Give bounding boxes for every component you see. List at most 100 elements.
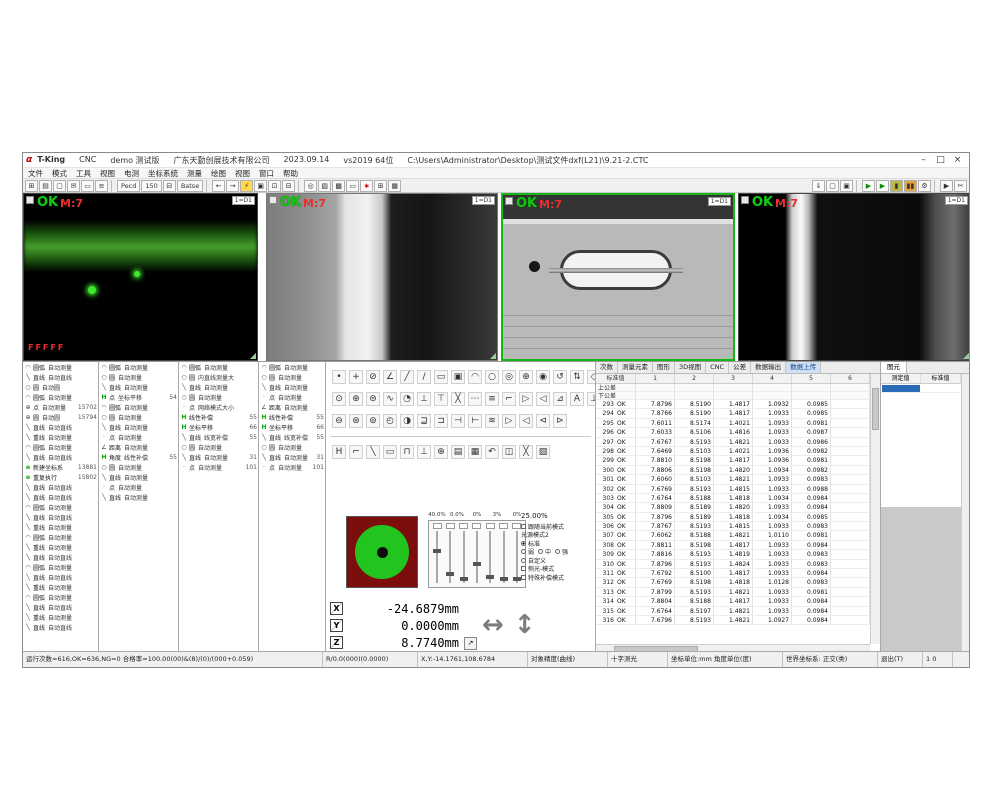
- list-item[interactable]: ◠圆弧自动测量: [99, 402, 178, 412]
- measure-tool-icon[interactable]: H: [332, 445, 346, 459]
- table-tab-3[interactable]: 3D视图: [675, 362, 706, 373]
- measure-tool-icon[interactable]: ▭: [383, 445, 397, 459]
- data-row[interactable]: 306OK7.87678.51931.48151.09330.0983: [596, 522, 870, 531]
- measure-tool-icon[interactable]: ◫: [502, 445, 516, 459]
- measure-tool-icon[interactable]: ⊢: [468, 414, 482, 428]
- data-row[interactable]: 299OK7.88108.51981.48171.09360.0981: [596, 456, 870, 465]
- list-item[interactable]: ○圆自动圆: [23, 382, 98, 392]
- measure-tool-icon[interactable]: ⊿: [553, 392, 567, 406]
- list-item[interactable]: ╲直线自动测量: [99, 492, 178, 502]
- list-icon[interactable]: ≡: [95, 180, 108, 192]
- list-item[interactable]: ╲直线自动测量: [99, 422, 178, 432]
- slider-thumb[interactable]: [513, 577, 521, 581]
- light-option[interactable]: 跟随当前模式: [521, 522, 593, 531]
- send-icon[interactable]: ✉: [67, 180, 80, 192]
- data-row[interactable]: 308OK7.88118.51981.48171.09330.0984: [596, 541, 870, 550]
- measure-tool-icon[interactable]: ∠: [383, 370, 397, 384]
- measure-tool-icon[interactable]: ⊲: [536, 414, 550, 428]
- measure-tool-icon[interactable]: ▤: [451, 445, 465, 459]
- data-row[interactable]: 311OK7.67928.51001.48171.09330.0984: [596, 569, 870, 578]
- camera-menu-icon[interactable]: [269, 196, 277, 204]
- play-single-icon[interactable]: ▶: [940, 180, 953, 192]
- data-row[interactable]: 303OK7.67648.51881.48181.09340.0984: [596, 494, 870, 503]
- list-item[interactable]: ╲直线自动测量31: [179, 452, 258, 462]
- slider-thumb[interactable]: [486, 575, 494, 579]
- data-row[interactable]: 309OK7.88168.51931.48191.09330.0983: [596, 550, 870, 559]
- close-button[interactable]: ×: [949, 154, 966, 167]
- axis-zero-button[interactable]: Y: [330, 619, 343, 632]
- list-item[interactable]: ·点自动测量: [259, 392, 325, 402]
- texture-icon[interactable]: ▨: [318, 180, 331, 192]
- light-option[interactable]: 侧光-模式: [521, 565, 593, 574]
- measure-tool-icon[interactable]: ⊣: [451, 414, 465, 428]
- menu-item-0[interactable]: 文件: [28, 168, 43, 179]
- list-item[interactable]: ·点自动测量: [99, 432, 178, 442]
- menu-item-8[interactable]: 视图: [235, 168, 250, 179]
- light-option[interactable]: 中: [538, 548, 551, 557]
- data-row[interactable]: 305OK7.87968.51891.48181.09340.0985: [596, 513, 870, 522]
- measure-tool-icon[interactable]: ⌐: [349, 445, 363, 459]
- arrow-left-icon[interactable]: ←: [212, 180, 225, 192]
- measure-tool-icon[interactable]: ▷: [502, 414, 516, 428]
- list-item[interactable]: ·点自动测量101: [179, 462, 258, 472]
- slider-thumb[interactable]: [473, 562, 481, 566]
- measure-tool-icon[interactable]: ⊛: [349, 414, 363, 428]
- capture-icon[interactable]: ▣: [254, 180, 267, 192]
- data-row[interactable]: 313OK7.87998.51931.48211.09330.0981: [596, 588, 870, 597]
- batch-button[interactable]: Batse: [177, 180, 203, 192]
- monitor-icon[interactable]: ▭: [81, 180, 94, 192]
- data-row[interactable]: 293OK7.87968.51901.48171.09320.0985: [596, 400, 870, 409]
- jog-horizontal-icon[interactable]: ↔: [482, 612, 504, 638]
- camera-preview[interactable]: [346, 516, 418, 588]
- list-item[interactable]: H坐标平移66: [259, 422, 325, 432]
- checker-icon[interactable]: ▩: [332, 180, 345, 192]
- measure-tool-icon[interactable]: ▧: [536, 445, 550, 459]
- list-item[interactable]: ◠圆弧自动测量: [259, 362, 325, 372]
- adjust-icon[interactable]: ⊟: [163, 180, 176, 192]
- measure-tool-icon[interactable]: ⊕: [434, 445, 448, 459]
- camera-view-3-selected[interactable]: OK M:7 1=D1 ◢: [501, 193, 735, 361]
- menu-item-4[interactable]: 电测: [124, 168, 139, 179]
- star-button[interactable]: ∗: [360, 180, 373, 192]
- camera-menu-icon[interactable]: [741, 196, 749, 204]
- measure-tool-icon[interactable]: ▷: [519, 392, 533, 406]
- measure-tool-icon[interactable]: ⊘: [366, 370, 380, 384]
- data-row[interactable]: 314OK7.88048.51881.48171.09330.0984: [596, 597, 870, 606]
- data-row[interactable]: 304OK7.88098.51891.48201.09330.0984: [596, 503, 870, 512]
- menu-item-6[interactable]: 测量: [187, 168, 202, 179]
- settings-gear-icon[interactable]: ⚙: [918, 180, 931, 192]
- measure-tool-icon[interactable]: ◴: [383, 414, 397, 428]
- measure-tool-icon[interactable]: ◁: [519, 414, 533, 428]
- table-tab-1[interactable]: 测量元素: [618, 362, 653, 373]
- list-item[interactable]: ╲直线自动测量31: [259, 452, 325, 462]
- edit-cut-icon[interactable]: ✂: [954, 180, 967, 192]
- measure-tool-icon[interactable]: ⊤: [434, 392, 448, 406]
- list-item[interactable]: ·点网络模式大小: [179, 402, 258, 412]
- slider-thumb[interactable]: [433, 549, 441, 553]
- resize-icon[interactable]: ◢: [490, 351, 496, 360]
- list-item[interactable]: ╲直线自动直线: [23, 552, 98, 562]
- dro-corner-button[interactable]: ↗: [464, 637, 477, 650]
- measure-tool-icon[interactable]: ◔: [400, 392, 414, 406]
- data-row[interactable]: 302OK7.67698.51931.48151.09330.0988: [596, 485, 870, 494]
- list-item[interactable]: ╲直线自动直线: [23, 482, 98, 492]
- step-button[interactable]: ▮: [890, 180, 903, 192]
- light-option[interactable]: 标准: [521, 539, 593, 548]
- slider-thumb[interactable]: [460, 577, 468, 581]
- list-item[interactable]: ╲重线自动测量: [23, 612, 98, 622]
- list-item[interactable]: ○圆自动测量: [179, 392, 258, 402]
- jog-vertical-icon[interactable]: ↕: [514, 612, 536, 638]
- measure-tool-icon[interactable]: ↶: [485, 445, 499, 459]
- list-item[interactable]: ∠距离自动测量: [259, 402, 325, 412]
- table-tab-7[interactable]: 数据上传: [786, 362, 821, 373]
- list-item[interactable]: ╲直线自动测量: [179, 382, 258, 392]
- list-item[interactable]: ○圆自动测量: [99, 412, 178, 422]
- menu-item-1[interactable]: 模式: [52, 168, 67, 179]
- light-slider[interactable]: [459, 523, 469, 587]
- measure-tool-icon[interactable]: ⊥: [417, 445, 431, 459]
- measure-tool-icon[interactable]: ◁: [536, 392, 550, 406]
- measure-tool-icon[interactable]: ⊓: [400, 445, 414, 459]
- light-option[interactable]: 强: [555, 548, 568, 557]
- data-row[interactable]: 296OK7.60338.51061.48161.09330.0987: [596, 428, 870, 437]
- list-item[interactable]: ╲直线自动测量: [99, 472, 178, 482]
